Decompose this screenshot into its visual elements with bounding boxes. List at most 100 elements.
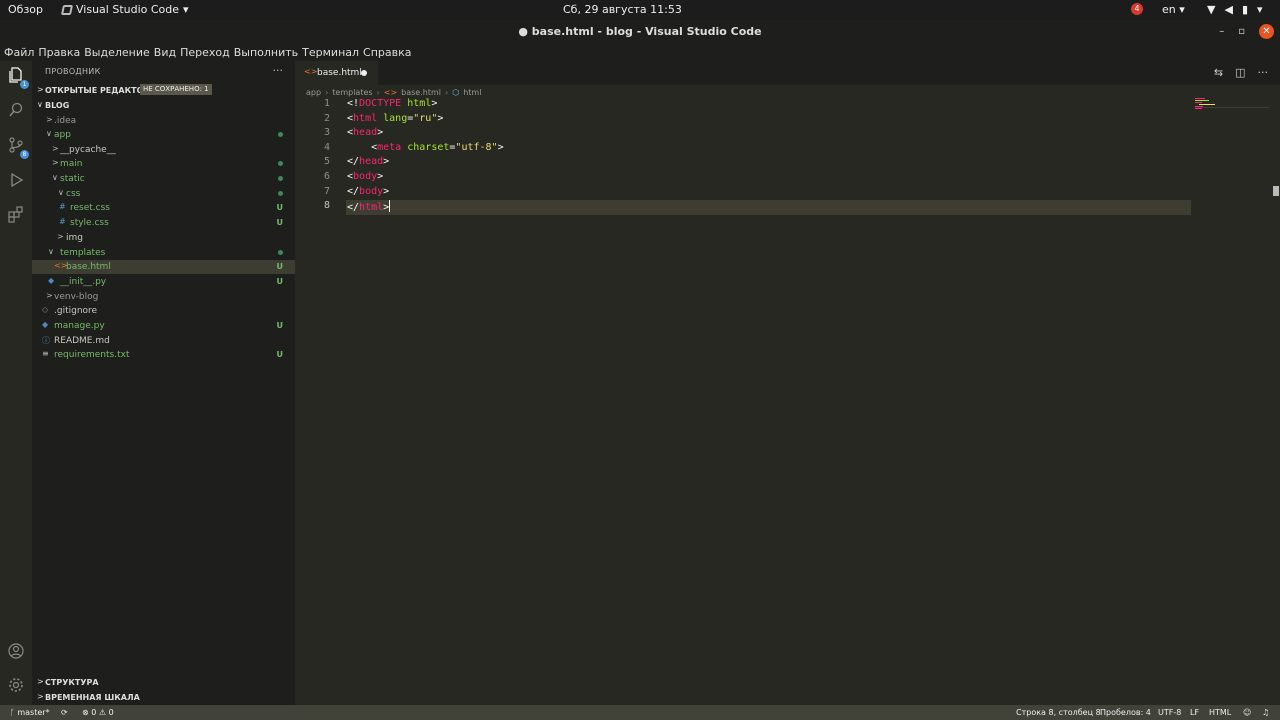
line-number: 5 — [323, 156, 330, 168]
tree-item-venv-blog[interactable]: > venv-blog — [32, 290, 295, 304]
code-text: </html> — [347, 200, 391, 214]
end-of-line[interactable]: LF — [1190, 708, 1199, 717]
clock[interactable]: Сб, 29 августа 11:53 — [563, 3, 682, 16]
outline-section[interactable]: > СТРУКТУРА — [32, 676, 295, 690]
account-icon[interactable] — [6, 642, 26, 662]
cursor-position[interactable]: Строка 8, столбец 8 — [1016, 708, 1101, 717]
menu-selection[interactable]: Выделение — [84, 44, 154, 61]
volume-icon: ◀ — [1224, 3, 1233, 16]
line-number: 4 — [323, 141, 330, 153]
code-text: <!DOCTYPE html> — [347, 98, 438, 109]
problems-indicator[interactable]: ⊗ 0 ⚠ 0 — [82, 708, 114, 717]
timeline-section[interactable]: > ВРЕМЕННАЯ ШКАЛА — [32, 691, 295, 705]
tree-item-base-html[interactable]: <> base.html U — [32, 260, 295, 274]
tree-item-templates[interactable]: ∨ templates — [32, 246, 295, 260]
feedback-icon[interactable]: ☺ — [1243, 708, 1251, 717]
explorer-icon[interactable]: 1 — [6, 66, 29, 89]
code-text: </body> — [347, 185, 390, 197]
source-control-icon[interactable]: 8 — [6, 136, 29, 159]
tree-item-pycache[interactable]: > __pycache__ — [32, 143, 295, 157]
tree-item-style-css[interactable]: # style.css U — [32, 216, 295, 230]
input-language-selector[interactable]: en ▾ — [1162, 3, 1185, 16]
tree-item-readme[interactable]: ⓘ README.md — [32, 334, 295, 348]
vertical-scrollbar[interactable] — [1271, 98, 1280, 705]
system-menu[interactable]: ▼ ◀ ▮ ▾ — [1207, 3, 1263, 16]
tab-label: base.html — [317, 68, 362, 78]
menu-edit[interactable]: Правка — [38, 44, 84, 61]
tree-item-label: .idea — [54, 116, 77, 126]
code-editor[interactable]: 1 <!DOCTYPE html> 2 <html lang="ru"> 3 <… — [295, 98, 1270, 598]
tree-item-reset-css[interactable]: # reset.css U — [32, 201, 295, 215]
tree-item-idea[interactable]: > .idea — [32, 114, 295, 128]
tree-item-manage-py[interactable]: ◆ manage.py U — [32, 319, 295, 333]
chevron-down-icon: ∨ — [48, 247, 54, 256]
tree-item-requirements[interactable]: ≡ requirements.txt U — [32, 348, 295, 362]
tree-item-label: reset.css — [70, 203, 110, 213]
tree-item-img[interactable]: > img — [32, 231, 295, 245]
settings-gear-icon[interactable] — [6, 676, 26, 696]
tree-item-label: style.css — [70, 218, 109, 228]
unsaved-badge: НЕ СОХРАНЕНО: 1 — [140, 84, 212, 95]
modified-dot — [278, 250, 283, 255]
open-changes-icon[interactable]: ⇆ — [1214, 66, 1223, 79]
close-button[interactable]: ✕ — [1259, 24, 1274, 39]
search-icon[interactable] — [6, 101, 26, 121]
app-menu[interactable]: Visual Studio Code ▾ — [60, 3, 189, 16]
code-text: <body> — [347, 171, 384, 182]
menu-terminal[interactable]: Терминал — [302, 44, 363, 61]
breadcrumb-item[interactable]: html — [463, 88, 481, 97]
code-line: 7 </body> — [295, 186, 1270, 201]
tree-item-label: img — [66, 233, 83, 243]
system-top-bar: Обзор Visual Studio Code ▾ Сб, 29 август… — [0, 0, 1280, 20]
tree-item-static[interactable]: ∨ static — [32, 172, 295, 186]
run-debug-icon[interactable] — [6, 171, 26, 191]
notification-badge[interactable]: 4 — [1131, 3, 1143, 15]
line-number: 3 — [323, 127, 330, 139]
tree-item-label: README.md — [54, 336, 110, 346]
chevron-down-icon: ∨ — [52, 173, 58, 182]
menu-view[interactable]: Вид — [154, 44, 180, 61]
tree-item-init-py[interactable]: ◆ __init__.py U — [32, 275, 295, 289]
menu-run[interactable]: Выполнить — [234, 44, 302, 61]
maximize-button[interactable]: ▫ — [1238, 26, 1245, 37]
indentation[interactable]: Пробелов: 4 — [1100, 708, 1151, 717]
extensions-icon[interactable] — [6, 205, 26, 225]
more-actions-icon[interactable]: ··· — [273, 64, 284, 77]
encoding[interactable]: UTF-8 — [1158, 708, 1181, 717]
untracked-status: U — [276, 218, 284, 227]
breadcrumb-item[interactable]: templates — [332, 88, 372, 97]
menu-help[interactable]: Справка — [363, 44, 415, 61]
chevron-right-icon: > — [37, 677, 44, 686]
open-editors-section[interactable]: > ОТКРЫТЫЕ РЕДАКТОРЫ НЕ СОХРАНЕНО: 1 — [32, 84, 295, 98]
more-actions-icon[interactable]: ··· — [1258, 66, 1269, 79]
tree-item-label: requirements.txt — [54, 350, 130, 360]
workspace-section[interactable]: ∨ BLOG — [32, 99, 295, 113]
tree-item-gitignore[interactable]: ◇ .gitignore — [32, 304, 295, 318]
breadcrumb-item[interactable]: app — [306, 88, 321, 97]
notifications-bell-icon[interactable]: ♫ — [1262, 708, 1269, 717]
breadcrumb-item[interactable]: base.html — [401, 88, 441, 97]
menu-file[interactable]: Файл — [4, 44, 38, 61]
code-line: 6 <body> — [295, 171, 1270, 186]
unsaved-dot-icon[interactable] — [361, 70, 367, 76]
tree-item-css[interactable]: ∨ css — [32, 187, 295, 201]
tree-item-main[interactable]: > main — [32, 157, 295, 171]
info-file-icon: ⓘ — [42, 336, 50, 345]
activities-button[interactable]: Обзор — [8, 3, 43, 16]
minimap[interactable] — [1195, 98, 1270, 118]
code-text: </head> — [347, 156, 390, 168]
sync-icon[interactable]: ⟳ — [61, 708, 68, 717]
tree-item-label: venv-blog — [54, 292, 99, 302]
split-editor-icon[interactable]: ◫ — [1235, 66, 1245, 79]
branch-indicator[interactable]: ᚴ master* — [10, 708, 50, 717]
symbol-element-icon: ⬡ — [452, 87, 460, 97]
code-line: 8 </html> — [295, 200, 1270, 215]
tree-item-app[interactable]: ∨ app — [32, 128, 295, 142]
tab-base-html[interactable]: <> base.html — [295, 61, 378, 85]
language-mode[interactable]: HTML — [1209, 708, 1231, 717]
minimize-button[interactable]: – — [1219, 26, 1224, 37]
git-file-icon: ◇ — [42, 305, 49, 314]
editor-tab-bar: <> base.html ⇆ ◫ ··· — [295, 61, 1280, 85]
modified-dot — [278, 132, 283, 137]
menu-go[interactable]: Переход — [180, 44, 234, 61]
